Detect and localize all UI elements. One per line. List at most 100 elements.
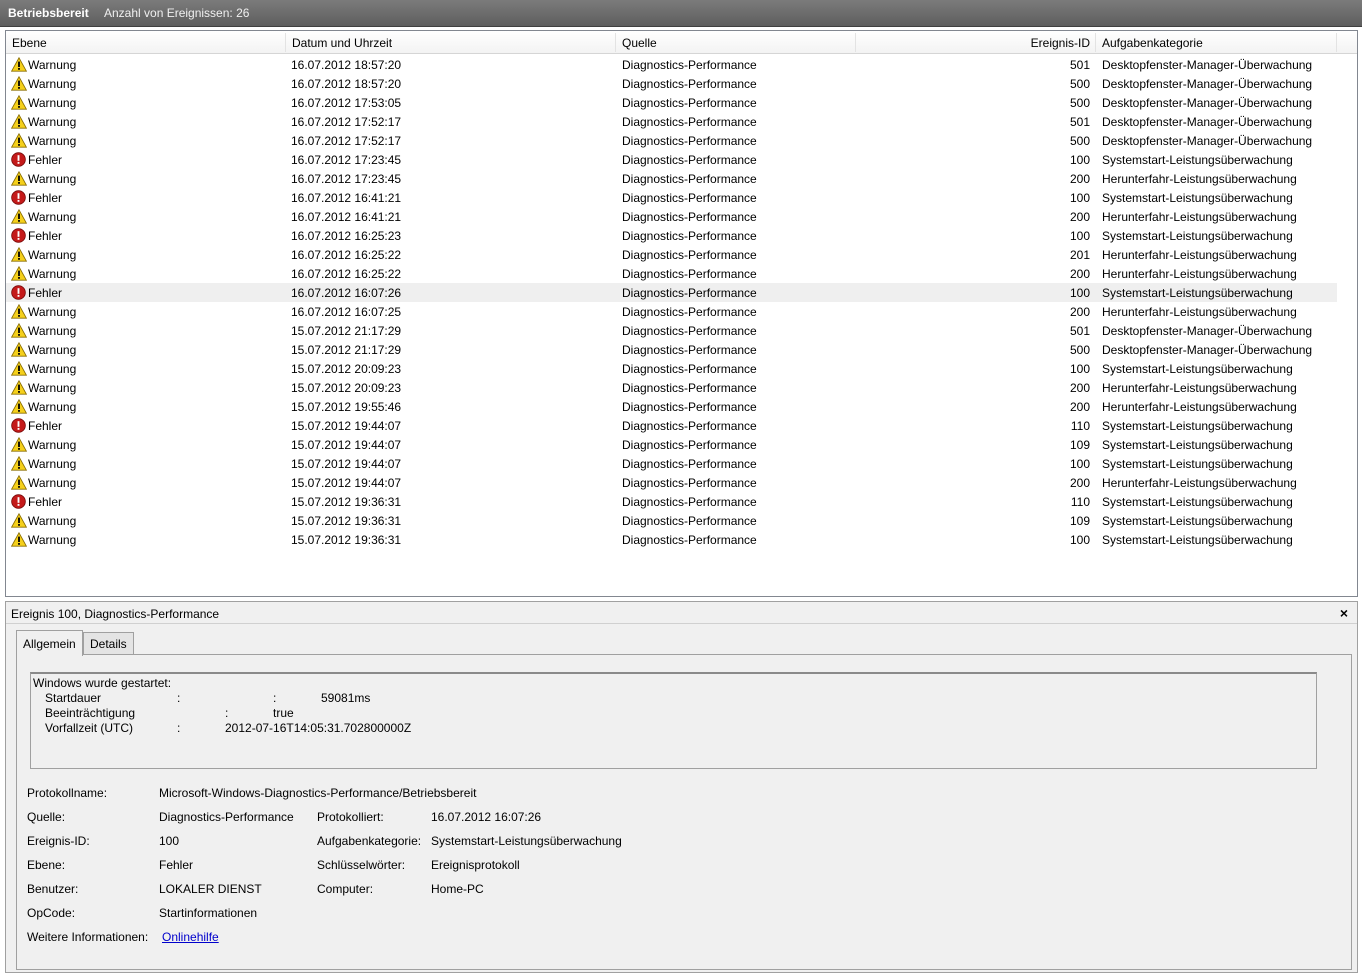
column-separator[interactable] (855, 33, 856, 52)
cell-category: Systemstart-Leistungsüberwachung (1102, 286, 1293, 300)
cell-event-id: 200 (1069, 172, 1090, 186)
cell-level: Warnung (28, 457, 77, 471)
table-row[interactable]: Fehler 15.07.2012 19:44:07 Diagnostics-Per… (6, 416, 1337, 435)
cell-event-id: 110 (1070, 495, 1090, 509)
cell-event-id: 110 (1070, 419, 1090, 433)
table-row[interactable]: Warnung 15.07.2012 19:36:31 Diagnostics-Pe… (6, 511, 1337, 530)
table-row[interactable]: Fehler 16.07.2012 17:23:45 Diagnostics-Per… (6, 150, 1337, 169)
column-separator[interactable] (615, 33, 616, 52)
description-colon: : (225, 706, 229, 720)
cell-level: Warnung (28, 58, 77, 72)
cell-event-id: 200 (1069, 267, 1090, 281)
cell-event-id: 500 (1069, 77, 1090, 91)
event-description[interactable]: Windows wurde gestartet: Startdauer : : … (30, 672, 1317, 769)
cell-level: Warnung (28, 362, 77, 376)
cell-category: Systemstart-Leistungsüberwachung (1102, 191, 1293, 205)
column-header-level[interactable]: Ebene (12, 36, 47, 50)
table-row[interactable]: Warnung 15.07.2012 21:17:29 Diagnostics-Pe… (6, 340, 1337, 359)
table-row[interactable]: Warnung 16.07.2012 16:41:21 Diagnostics-Pe… (6, 207, 1337, 226)
online-help-link[interactable]: Onlinehilfe (162, 930, 219, 944)
table-row[interactable]: Warnung 16.07.2012 18:57:20 Diagnostics-Pe… (6, 55, 1337, 74)
field-value-ereignis-id: 100 (159, 834, 180, 848)
cell-event-id: 501 (1069, 58, 1090, 72)
column-separator[interactable] (1095, 33, 1096, 52)
warning-icon (10, 531, 28, 547)
table-row[interactable]: Fehler 16.07.2012 16:07:26 Diagnostics-Per… (6, 283, 1337, 302)
error-icon (11, 190, 27, 205)
cell-source: Diagnostics-Performance (622, 381, 757, 395)
table-row[interactable]: Warnung 15.07.2012 20:09:23 Diagnostics-Pe… (6, 359, 1337, 378)
tab-general-content: Windows wurde gestartet: Startdauer : : … (16, 654, 1352, 970)
description-label-startdauer: Startdauer (45, 691, 102, 705)
table-row[interactable]: Warnung 15.07.2012 19:44:07 Diagnostics-Pe… (6, 454, 1337, 473)
detail-title: Ereignis 100, Diagnostics-Performance (11, 607, 220, 621)
table-row[interactable]: Warnung 16.07.2012 17:53:05 Diagnostics-Pe… (6, 93, 1337, 112)
table-row[interactable]: Warnung 16.07.2012 16:25:22 Diagnostics-Pe… (6, 264, 1337, 283)
description-value-vorfallzeit: 2012-07-16T14:05:31.702800000Z (225, 721, 412, 735)
column-header-event-id[interactable]: Ereignis-ID (1006, 36, 1090, 50)
cell-event-id: 200 (1069, 400, 1090, 414)
cell-category: Herunterfahr-Leistungsüberwachung (1102, 381, 1297, 395)
description-value-startdauer: 59081ms (321, 691, 371, 705)
table-row[interactable]: Warnung 16.07.2012 18:57:20 Diagnostics-Pe… (6, 74, 1337, 93)
table-row[interactable]: Fehler 15.07.2012 19:36:31 Diagnostics-Per… (6, 492, 1337, 511)
cell-date: 15.07.2012 20:09:23 (291, 362, 402, 376)
table-row[interactable]: Warnung 16.07.2012 17:52:17 Diagnostics-Pe… (6, 112, 1337, 131)
column-header-date[interactable]: Datum und Uhrzeit (292, 36, 392, 50)
table-row[interactable]: Warnung 16.07.2012 16:25:22 Diagnostics-Pe… (6, 245, 1337, 264)
warning-icon (10, 341, 28, 357)
table-row[interactable]: Warnung 15.07.2012 19:44:07 Diagnostics-Pe… (6, 435, 1337, 454)
cell-event-id: 100 (1069, 533, 1090, 547)
cell-source: Diagnostics-Performance (622, 115, 757, 129)
cell-event-id: 200 (1069, 476, 1090, 490)
table-row[interactable]: Warnung 15.07.2012 19:36:31 Diagnostics-Pe… (6, 530, 1337, 549)
cell-category: Systemstart-Leistungsüberwachung (1102, 438, 1293, 452)
warning-icon (10, 398, 28, 414)
cell-date: 16.07.2012 16:41:21 (291, 191, 402, 205)
event-list[interactable]: Ebene Datum und Uhrzeit Quelle Ereignis-… (5, 30, 1358, 597)
cell-source: Diagnostics-Performance (622, 58, 757, 72)
table-row[interactable]: Warnung 16.07.2012 16:07:25 Diagnostics-Pe… (6, 302, 1337, 321)
warning-icon (10, 113, 28, 129)
close-icon[interactable]: × (1340, 605, 1348, 621)
table-row[interactable]: Warnung 15.07.2012 19:55:46 Diagnostics-Pe… (6, 397, 1337, 416)
cell-category: Herunterfahr-Leistungsüberwachung (1102, 305, 1297, 319)
column-header-source[interactable]: Quelle (622, 36, 657, 50)
cell-event-id: 500 (1069, 134, 1090, 148)
description-label-vorfallzeit: Vorfallzeit (UTC) (45, 721, 134, 735)
table-row[interactable]: Warnung 16.07.2012 17:23:45 Diagnostics-Pe… (6, 169, 1337, 188)
cell-event-id: 500 (1069, 343, 1090, 357)
cell-source: Diagnostics-Performance (622, 172, 757, 186)
table-row[interactable]: Warnung 16.07.2012 17:52:17 Diagnostics-Pe… (6, 131, 1337, 150)
table-row[interactable]: Warnung 15.07.2012 20:09:23 Diagnostics-Pe… (6, 378, 1337, 397)
warning-icon (10, 56, 28, 72)
cell-level: Warnung (28, 77, 77, 91)
table-row[interactable]: Warnung 15.07.2012 19:44:07 Diagnostics-Pe… (6, 473, 1337, 492)
table-row[interactable]: Fehler 16.07.2012 16:25:23 Diagnostics-Per… (6, 226, 1337, 245)
field-value-computer: Home-PC (431, 882, 484, 896)
event-count: Anzahl von Ereignissen: 26 (104, 6, 250, 20)
cell-category: Systemstart-Leistungsüberwachung (1102, 495, 1293, 509)
cell-event-id: 109 (1069, 514, 1090, 528)
description-value-beeintraechtigung: true (273, 706, 294, 720)
cell-category: Systemstart-Leistungsüberwachung (1102, 514, 1293, 528)
cell-date: 15.07.2012 19:36:31 (291, 533, 402, 547)
cell-date: 15.07.2012 20:09:23 (291, 381, 402, 395)
cell-source: Diagnostics-Performance (622, 400, 757, 414)
cell-level: Fehler (28, 191, 63, 205)
cell-source: Diagnostics-Performance (622, 134, 757, 148)
warning-icon (10, 265, 28, 281)
tab-details[interactable]: Details (83, 632, 134, 654)
field-label-aufgabenkategorie: Aufgabenkategorie: (317, 834, 422, 848)
table-row[interactable]: Fehler 16.07.2012 16:41:21 Diagnostics-Per… (6, 188, 1337, 207)
column-separator[interactable] (1336, 33, 1337, 52)
field-label-opcode: OpCode: (27, 906, 76, 920)
tab-general[interactable]: Allgemein (16, 630, 83, 656)
cell-source: Diagnostics-Performance (622, 438, 757, 452)
cell-event-id: 109 (1069, 438, 1090, 452)
cell-date: 16.07.2012 18:57:20 (291, 58, 402, 72)
column-header-category[interactable]: Aufgabenkategorie (1102, 36, 1203, 50)
table-row[interactable]: Warnung 15.07.2012 21:17:29 Diagnostics-Pe… (6, 321, 1337, 340)
column-separator[interactable] (285, 33, 286, 52)
cell-source: Diagnostics-Performance (622, 210, 757, 224)
